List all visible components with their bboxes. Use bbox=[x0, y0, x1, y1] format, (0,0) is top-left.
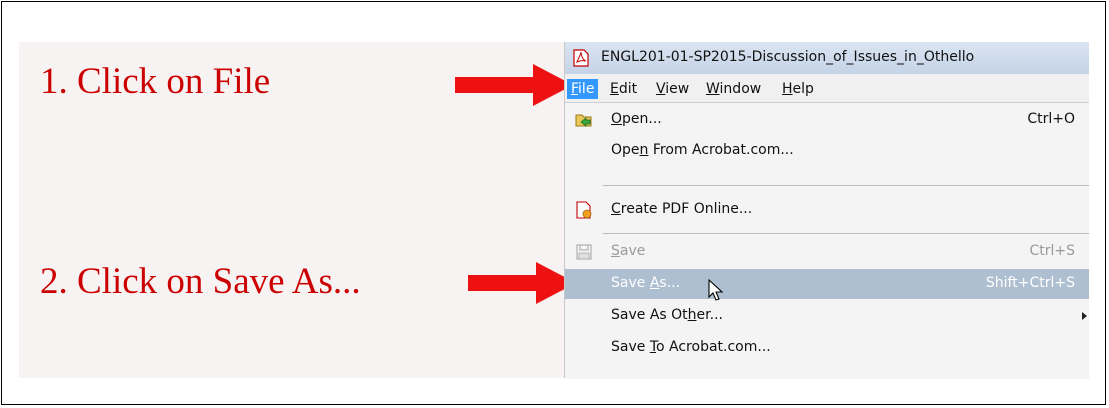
menu-item-open-from-acrobat[interactable]: Open From Acrobat.com... bbox=[565, 136, 1089, 166]
menu-item-save[interactable]: Save Ctrl+S bbox=[565, 237, 1089, 267]
menu-window-label: indow bbox=[719, 81, 762, 97]
menu-edit-mnemonic: E bbox=[610, 81, 619, 97]
save-disk-icon bbox=[576, 244, 592, 260]
menu-file-mnemonic: F bbox=[571, 81, 579, 97]
save-as-other-label-post: er... bbox=[696, 307, 723, 323]
save-as-label-mnemonic: A bbox=[649, 275, 660, 291]
create-pdf-label: Create PDF Online... bbox=[611, 201, 752, 217]
menu-view-mnemonic: V bbox=[656, 81, 666, 97]
file-menu-dropdown: Open... Ctrl+O Open From Acrobat.com... … bbox=[565, 102, 1089, 379]
save-as-label-post: s... bbox=[659, 275, 681, 291]
window-title: ENGL201-01-SP2015-Discussion_of_Issues_i… bbox=[601, 49, 975, 65]
create-pdf-label-mnemonic: C bbox=[611, 201, 621, 217]
open-acrobat-label-post: From Acrobat.com... bbox=[648, 142, 794, 158]
save-shortcut: Ctrl+S bbox=[1029, 243, 1075, 259]
menu-bar: File Edit View Window Help bbox=[565, 74, 1089, 102]
menu-item-save-as-other[interactable]: Save As Other... bbox=[565, 301, 1089, 331]
arrow-step-1 bbox=[455, 64, 573, 106]
instruction-step-2: 2. Click on Save As... bbox=[40, 261, 361, 302]
save-as-other-label: Save As Other... bbox=[611, 307, 723, 323]
menu-item-save-as[interactable]: Save As... Shift+Ctrl+S bbox=[565, 269, 1089, 301]
menu-edit-label: dit bbox=[618, 81, 638, 97]
open-folder-icon bbox=[575, 114, 592, 127]
menu-help-label: elp bbox=[792, 81, 814, 97]
pdf-document-icon bbox=[573, 49, 589, 67]
menu-window-mnemonic: W bbox=[706, 81, 720, 97]
save-label-mnemonic: S bbox=[611, 243, 620, 259]
menu-window[interactable]: Window bbox=[702, 79, 765, 99]
save-as-shortcut: Shift+Ctrl+S bbox=[985, 275, 1075, 291]
title-bar: ENGL201-01-SP2015-Discussion_of_Issues_i… bbox=[565, 42, 1089, 74]
menu-help[interactable]: Help bbox=[778, 79, 818, 99]
save-as-other-label-mnemonic: h bbox=[687, 307, 697, 323]
save-to-acrobat-label-pre: Save bbox=[611, 339, 650, 355]
save-as-label: Save As... bbox=[611, 275, 680, 291]
save-as-other-label-pre: Save As Ot bbox=[611, 307, 688, 323]
menu-view-label: iew bbox=[665, 81, 690, 97]
save-label: Save bbox=[611, 243, 645, 259]
open-label-mnemonic: O bbox=[611, 111, 623, 127]
save-to-acrobat-label-post: o Acrobat.com... bbox=[656, 339, 771, 355]
menu-file-label: ile bbox=[578, 81, 595, 97]
instruction-step-1: 1. Click on File bbox=[40, 61, 271, 102]
create-pdf-label-post: reate PDF Online... bbox=[620, 201, 753, 217]
menu-help-mnemonic: H bbox=[782, 81, 793, 97]
menu-separator bbox=[603, 233, 1089, 234]
menu-item-open[interactable]: Open... Ctrl+O bbox=[565, 105, 1089, 135]
open-acrobat-label-pre: Ope bbox=[611, 142, 640, 158]
menu-separator bbox=[603, 185, 1089, 186]
save-label-post: ave bbox=[619, 243, 646, 259]
acrobat-window: ENGL201-01-SP2015-Discussion_of_Issues_i… bbox=[564, 42, 1089, 379]
menu-file[interactable]: File bbox=[567, 79, 599, 99]
submenu-arrow-icon bbox=[1082, 312, 1087, 320]
mouse-pointer-icon bbox=[708, 279, 724, 301]
menu-item-save-to-acrobat[interactable]: Save To Acrobat.com... bbox=[565, 333, 1089, 363]
menu-view[interactable]: View bbox=[652, 79, 693, 99]
create-pdf-icon bbox=[576, 201, 592, 219]
save-to-acrobat-label: Save To Acrobat.com... bbox=[611, 339, 771, 355]
open-label: Open... bbox=[611, 111, 662, 127]
save-as-label-pre: Save bbox=[611, 275, 650, 291]
open-acrobat-label: Open From Acrobat.com... bbox=[611, 142, 794, 158]
menu-item-create-pdf-online[interactable]: Create PDF Online... bbox=[565, 195, 1089, 225]
menu-edit[interactable]: Edit bbox=[606, 79, 641, 99]
open-label-post: pen... bbox=[622, 111, 662, 127]
open-shortcut: Ctrl+O bbox=[1027, 111, 1075, 127]
